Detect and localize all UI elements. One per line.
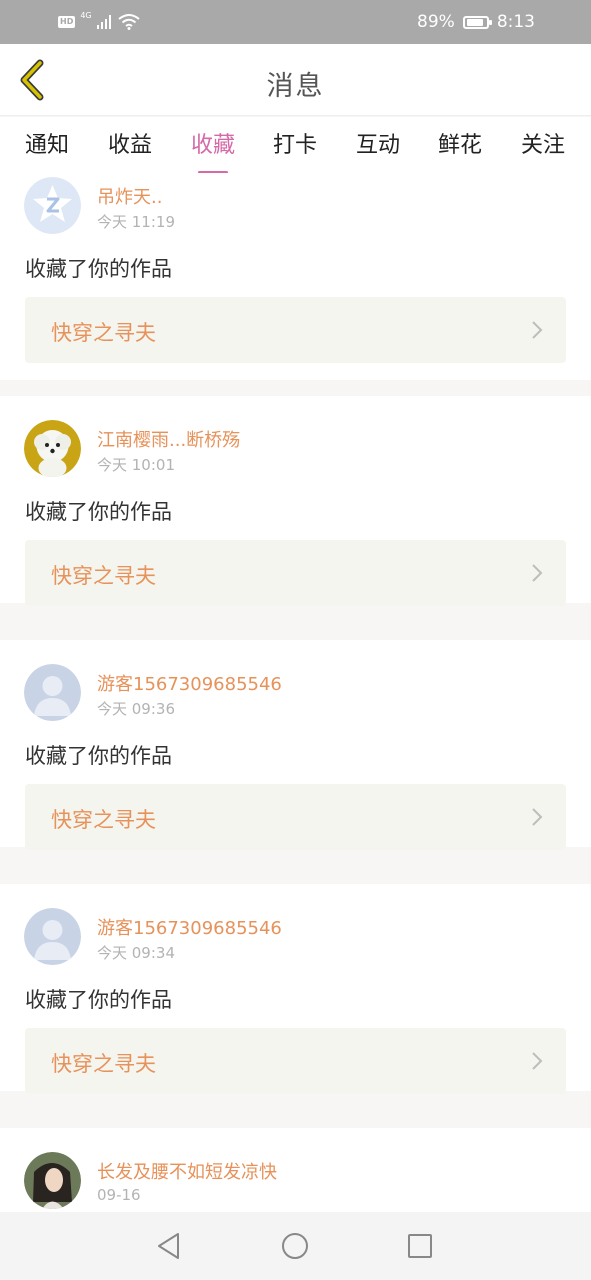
action-text: 收藏了你的作品 [25, 500, 172, 524]
message-time: 09-16 [97, 1186, 141, 1204]
tab-label: 互动 [355, 133, 400, 158]
work-title: 快穿之寻夫 [51, 564, 156, 588]
default-user-avatar[interactable] [24, 908, 81, 965]
battery-level [466, 18, 483, 26]
status-right: 89% 8:13 [417, 10, 535, 34]
message-time: 今天 09:34 [97, 944, 175, 962]
message-card: 吊炸天.. 今天 11:19 收藏了你的作品快穿之寻夫 [0, 173, 591, 380]
signal-icon [96, 15, 111, 29]
work-link[interactable]: 快穿之寻夫 [25, 784, 566, 850]
user-name-link[interactable]: 长发及腰不如短发凉快 [97, 1158, 277, 1184]
tab-label: 关注 [520, 133, 565, 158]
wifi-icon [118, 14, 140, 30]
action-text: 收藏了你的作品 [25, 257, 172, 281]
user-name-link[interactable]: 游客1567309685546 [97, 914, 282, 940]
status-left: HD 4G [58, 10, 140, 34]
message-card: 游客1567309685546 今天 09:36 收藏了你的作品快穿之寻夫 [0, 640, 591, 850]
tab-bar: 通知 收益 收藏 打卡 互动 鲜花 关注 [0, 117, 591, 174]
system-recents-button[interactable] [403, 1229, 437, 1263]
tab-label: 鲜花 [437, 133, 482, 158]
hd-icon: HD [58, 16, 76, 28]
tab-6[interactable]: 关注 [508, 127, 578, 167]
tab-label: 通知 [24, 133, 69, 158]
action-text: 收藏了你的作品 [25, 744, 172, 768]
tab-4[interactable]: 互动 [343, 127, 413, 167]
work-link[interactable]: 快穿之寻夫 [25, 297, 566, 363]
network-type: 4G [80, 11, 92, 20]
chevron-right-icon [532, 564, 543, 582]
system-nav-bar [0, 1212, 591, 1280]
message-card: 江南樱雨...断桥殇今天 10:01 收藏了你的作品快穿之寻夫 [0, 396, 591, 606]
tab-3[interactable]: 打卡 [260, 127, 330, 167]
qq-avatar-icon[interactable] [24, 177, 81, 234]
message-card: 游客1567309685546 今天 09:34 收藏了你的作品快穿之寻夫 [0, 884, 591, 1094]
work-title: 快穿之寻夫 [51, 808, 156, 832]
message-time: 今天 10:01 [97, 456, 175, 474]
user-name-link[interactable]: 吊炸天.. [97, 183, 162, 209]
battery-icon [462, 15, 492, 29]
nav-bar: 消息 [0, 44, 591, 116]
chevron-right-icon [532, 808, 543, 826]
chevron-right-icon [532, 1052, 543, 1070]
tab-0[interactable]: 通知 [12, 127, 82, 167]
page-title: 消息 [266, 71, 325, 102]
back-triangle-icon [158, 1233, 179, 1259]
tab-1[interactable]: 收益 [95, 127, 165, 167]
work-link[interactable]: 快穿之寻夫 [25, 1028, 566, 1094]
tab-label: 打卡 [272, 133, 317, 158]
default-user-avatar[interactable] [24, 664, 81, 721]
battery-percent: 89% [417, 12, 455, 32]
action-text: 收藏了你的作品 [25, 988, 172, 1012]
work-link[interactable]: 快穿之寻夫 [25, 540, 566, 606]
dog-photo-avatar[interactable] [24, 420, 81, 477]
status-bar: HD 4G 89% 8:13 [0, 0, 591, 44]
work-title: 快穿之寻夫 [51, 1052, 156, 1076]
chevron-right-icon [532, 321, 543, 339]
tab-5[interactable]: 鲜花 [425, 127, 495, 167]
tab-label: 收益 [107, 133, 152, 158]
message-time: 今天 11:19 [97, 213, 175, 231]
message-time: 今天 09:36 [97, 700, 175, 718]
girl-photo-avatar[interactable] [24, 1152, 81, 1209]
user-name-link[interactable]: 游客1567309685546 [97, 670, 282, 696]
clock: 8:13 [496, 12, 535, 32]
work-title: 快穿之寻夫 [51, 321, 156, 345]
user-name-link[interactable]: 江南樱雨...断桥殇 [97, 426, 240, 452]
system-back-button[interactable] [152, 1229, 186, 1263]
tab-2[interactable]: 收藏 [178, 127, 248, 174]
recents-square-icon [408, 1234, 432, 1258]
tab-label: 收藏 [190, 133, 235, 158]
home-circle-icon [282, 1233, 308, 1259]
system-home-button[interactable] [278, 1229, 312, 1263]
